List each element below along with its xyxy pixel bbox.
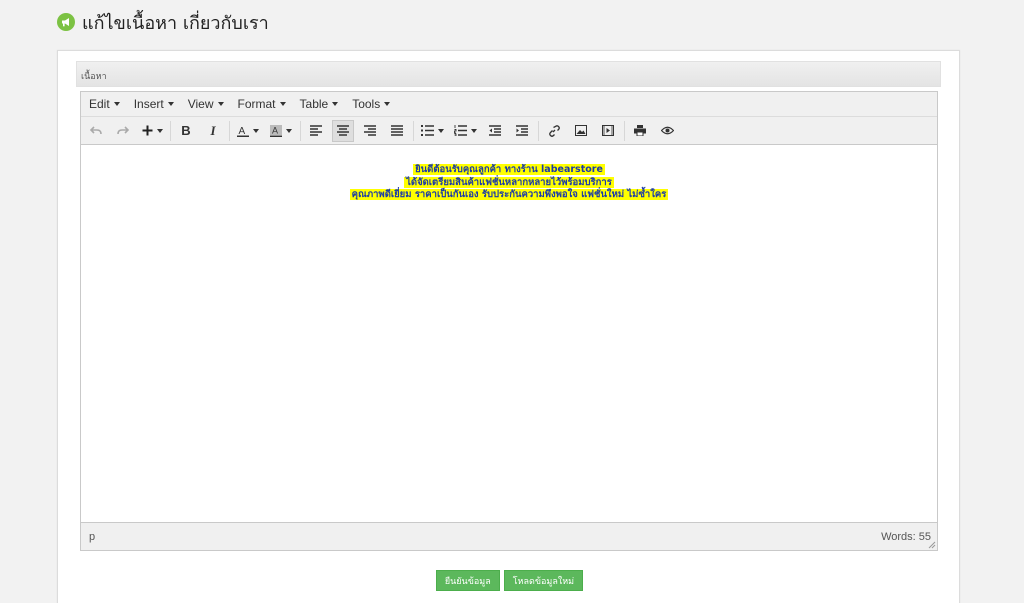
italic-button[interactable]: I [202,120,224,142]
numbered-list-button[interactable] [451,120,479,142]
align-justify-icon [391,125,403,136]
bullet-list-button[interactable] [418,120,446,142]
align-center-icon [337,125,349,136]
menu-view[interactable]: View [183,97,229,111]
caret-down-icon [253,128,259,133]
toolbar-divider [170,120,171,141]
toolbar-divider [300,120,301,141]
menu-label: View [187,97,214,111]
background-color-button[interactable]: A [267,120,295,142]
italic-icon: I [210,122,216,138]
caret-down-icon [167,102,174,106]
plus-icon [142,125,152,136]
menu-label: Table [299,97,329,111]
background-color-icon: A [270,124,282,137]
insert-plus-button[interactable] [139,120,165,142]
editor-menubar: Edit Insert View Format Table Tools [81,92,937,117]
insert-link-button[interactable] [543,120,565,142]
megaphone-icon [57,13,75,31]
highlighted-text: ยินดีต้อนรับคุณลูกค้า ทางร้าน labearstor… [413,164,605,175]
link-icon [549,124,560,137]
outdent-button[interactable] [484,120,506,142]
bullet-list-icon [420,125,434,136]
content-line: ได้จัดเตรียมสินค้าแฟชั่นหลากหลายไว้พร้อม… [81,176,937,190]
editor-statusbar: p Words: 55 [81,522,937,550]
toolbar-divider [229,120,230,141]
redo-icon [117,125,129,134]
print-button[interactable] [629,120,651,142]
svg-text:A: A [272,125,278,135]
page-header: แก้ไขเนื้อหา เกี่ยวกับเรา [57,9,269,35]
align-right-icon [364,125,376,136]
bold-icon: B [181,123,191,138]
align-center-button[interactable] [332,119,354,142]
word-count: Words: 55 [881,530,931,543]
toolbar-divider [624,120,625,141]
caret-down-icon [286,128,292,133]
align-left-button[interactable] [305,120,327,142]
menu-insert[interactable]: Insert [129,97,179,111]
form-actions: ยืนยันข้อมูล โหลดข้อมูลใหม่ [58,570,961,591]
element-path[interactable]: p [89,531,95,543]
undo-icon [90,125,102,134]
caret-down-icon [384,102,391,106]
content-line: ยินดีต้อนรับคุณลูกค้า ทางร้าน labearstor… [81,164,937,177]
confirm-button[interactable]: ยืนยันข้อมูล [435,570,500,591]
toolbar-divider [413,120,414,141]
image-icon [575,125,587,136]
indent-button[interactable] [511,120,533,142]
redo-button[interactable] [112,120,134,142]
caret-down-icon [217,102,224,106]
align-right-button[interactable] [359,120,381,142]
media-icon [602,125,614,136]
editor-toolbar: B I A A [81,117,937,145]
text-color-icon: A [237,126,249,137]
caret-down-icon [332,102,339,106]
outdent-icon [489,125,501,136]
numbered-list-icon [453,125,467,136]
menu-format[interactable]: Format [233,97,291,111]
caret-down-icon [279,102,286,106]
resize-handle-icon[interactable] [928,541,936,549]
menu-label: Insert [133,97,164,111]
eye-icon [660,126,674,135]
insert-media-button[interactable] [597,120,619,142]
insert-image-button[interactable] [570,120,592,142]
menu-label: Format [237,97,276,111]
page-title: แก้ไขเนื้อหา เกี่ยวกับเรา [82,12,269,34]
reload-button[interactable]: โหลดข้อมูลใหม่ [503,570,584,591]
content-panel: เนื้อหา Edit Insert View Format Table To… [57,50,960,603]
rich-text-editor: Edit Insert View Format Table Tools B I … [80,91,938,551]
menu-label: Tools [352,97,381,111]
print-icon [634,125,646,136]
undo-button[interactable] [85,120,107,142]
menu-edit[interactable]: Edit [84,97,125,111]
align-left-icon [310,125,322,136]
preview-button[interactable] [656,120,678,142]
caret-down-icon [156,128,163,133]
toolbar-divider [538,120,539,141]
menu-label: Edit [89,97,110,111]
menu-table[interactable]: Table [295,97,344,111]
bold-button[interactable]: B [175,120,197,142]
highlighted-text: ได้จัดเตรียมสินค้าแฟชั่นหลากหลายไว้พร้อม… [404,176,614,188]
menu-tools[interactable]: Tools [347,97,395,111]
svg-text:A: A [239,126,246,137]
caret-down-icon [113,102,120,106]
highlighted-text: คุณภาพดีเยี่ยม ราคาเป็นกันเอง รับประกันค… [349,189,669,200]
content-line: คุณภาพดีเยี่ยม ราคาเป็นกันเอง รับประกันค… [81,189,937,202]
indent-icon [516,125,528,136]
text-color-button[interactable]: A [234,120,262,142]
caret-down-icon [437,128,444,133]
caret-down-icon [470,128,477,133]
align-justify-button[interactable] [386,120,408,142]
section-label: เนื้อหา [76,61,941,87]
editor-content-area[interactable]: ยินดีต้อนรับคุณลูกค้า ทางร้าน labearstor… [81,145,937,522]
